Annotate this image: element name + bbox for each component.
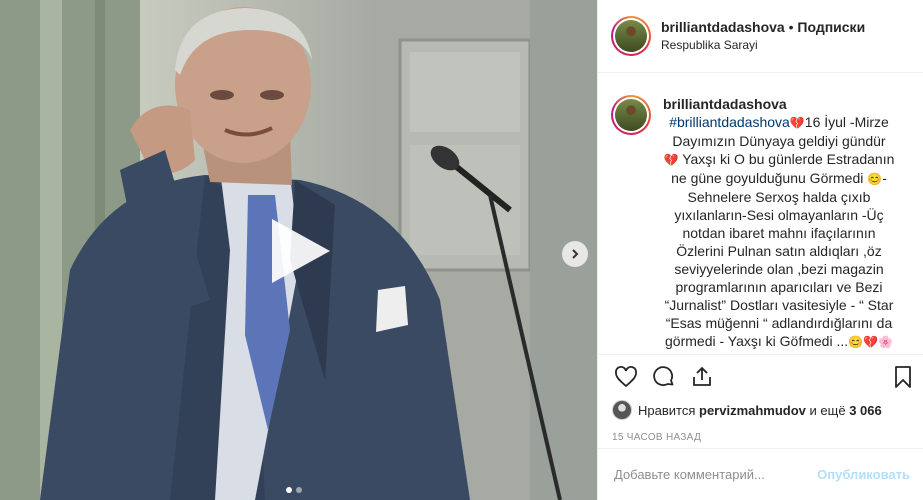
carousel-indicator: [286, 487, 302, 493]
play-icon[interactable]: [264, 216, 334, 286]
smile-emoji: 😊: [848, 335, 864, 349]
likes-summary: Нравится pervizmahmudov и ещё 3 066: [598, 399, 923, 421]
broken-heart-emoji: 💔: [789, 116, 805, 130]
caption-line-3: -Sehnelere Serxoş halda çıxıb yıxılanlar…: [664, 170, 894, 349]
flower-emoji: 🌸: [878, 335, 893, 349]
caption: brilliantdadashova #brilliantdadashova💔1…: [598, 73, 923, 355]
caption-avatar[interactable]: [611, 95, 651, 135]
comment-bar: Опубликовать: [598, 448, 923, 500]
post-media[interactable]: [0, 0, 597, 500]
post-side-panel: brilliantdadashova • Подписки Respublika…: [597, 0, 923, 500]
like-button[interactable]: [612, 363, 640, 391]
carousel-dot: [296, 487, 302, 493]
caption-username[interactable]: brilliantdadashova: [663, 95, 895, 113]
caption-text: #brilliantdadashova💔16 İyul -Mirze Dayım…: [663, 113, 895, 351]
post-timestamp[interactable]: 15 ЧАСОВ НАЗАД: [598, 432, 923, 446]
share-button[interactable]: [688, 363, 716, 391]
liker-username[interactable]: pervizmahmudov: [699, 403, 806, 418]
carousel-dot-active: [286, 487, 292, 493]
smile-emoji: 😊: [867, 172, 883, 186]
action-bar: [598, 355, 923, 399]
likes-prefix: Нравится: [638, 402, 696, 418]
location-link[interactable]: Respublika Sarayi: [661, 36, 865, 54]
save-button[interactable]: [889, 363, 917, 391]
caption-line-2: Yaxşı ki O bu günlerde Estradanın ne gün…: [671, 151, 895, 186]
comment-icon: [653, 366, 674, 387]
heart-icon: [615, 366, 637, 388]
header-separator: •: [784, 19, 798, 35]
likes-middle: и ещё: [809, 402, 846, 418]
next-slide-button[interactable]: [562, 241, 588, 267]
comment-input[interactable]: [614, 467, 818, 482]
comment-button[interactable]: [650, 363, 678, 391]
share-icon: [693, 366, 711, 386]
post-comment-button[interactable]: Опубликовать: [817, 467, 910, 482]
broken-heart-emoji: 💔: [863, 335, 879, 349]
following-button[interactable]: Подписки: [797, 19, 865, 35]
chevron-right-icon: [572, 249, 579, 259]
broken-heart-emoji: 💔: [663, 153, 679, 167]
post-header: brilliantdadashova • Подписки Respublika…: [598, 0, 923, 73]
caption-hashtag[interactable]: #brilliantdadashova: [669, 114, 790, 130]
liker-avatar[interactable]: [612, 400, 632, 420]
bookmark-icon: [895, 366, 911, 388]
header-username[interactable]: brilliantdadashova: [661, 19, 785, 35]
avatar[interactable]: [611, 16, 651, 56]
likes-count[interactable]: 3 066: [849, 403, 882, 418]
